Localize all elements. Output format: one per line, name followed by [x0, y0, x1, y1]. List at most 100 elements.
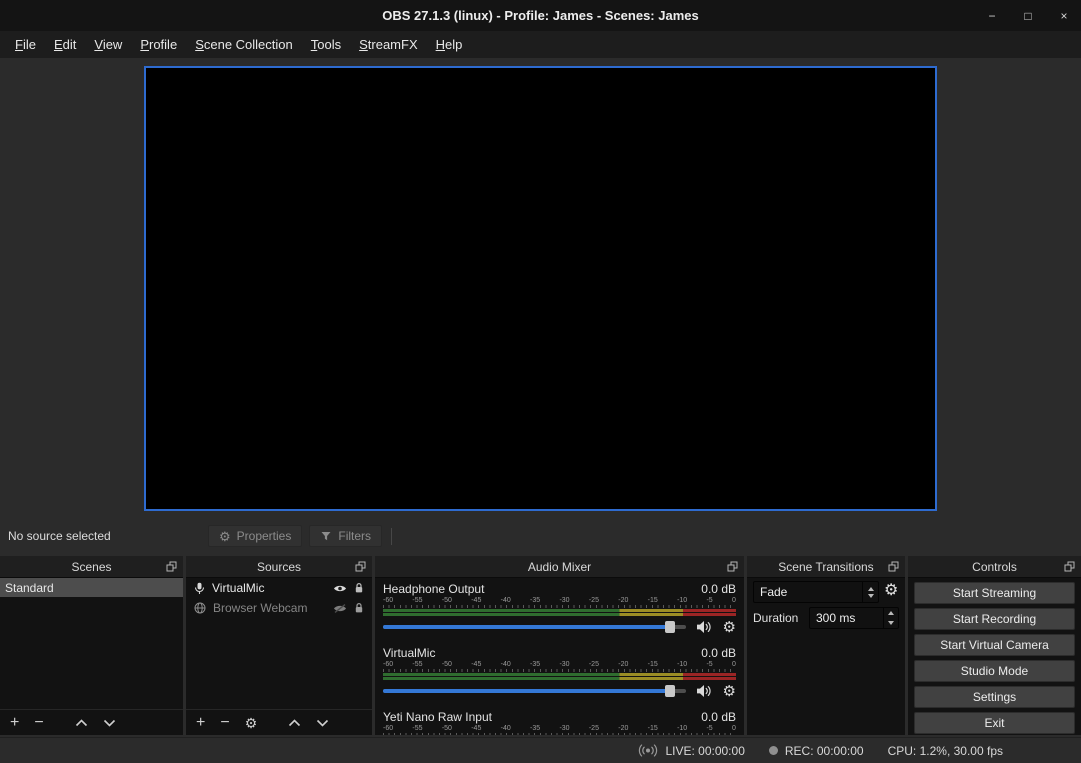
toolbar-separator — [391, 528, 392, 545]
remove-scene-button[interactable]: − — [34, 715, 43, 731]
db-scale: -60-55-50-45-40-35-30-25-20-15-10-50 — [383, 596, 736, 605]
menu-streamfx[interactable]: StreamFX — [350, 33, 427, 56]
controls-title: Controls — [972, 560, 1017, 574]
preview-canvas[interactable] — [144, 66, 937, 511]
minimize-button[interactable]: − — [985, 9, 999, 23]
menu-file[interactable]: File — [6, 33, 45, 56]
source-item-browser-webcam[interactable]: Browser Webcam — [186, 598, 372, 618]
sources-toolbar: + − ⚙ — [186, 709, 372, 735]
popout-icon[interactable] — [355, 561, 366, 572]
scene-item-standard[interactable]: Standard — [0, 578, 183, 597]
rec-status: REC: 00:00:00 — [769, 744, 864, 758]
source-item-virtualmic[interactable]: VirtualMic — [186, 578, 372, 598]
mixer-level: 0.0 dB — [701, 582, 736, 596]
cpu-fps-stats: CPU: 1.2%, 30.00 fps — [888, 744, 1003, 758]
speaker-icon[interactable] — [696, 684, 713, 698]
mixer-gear-icon[interactable]: ⚙ — [723, 620, 736, 635]
scenes-toolbar: + − — [0, 709, 183, 735]
menu-tools[interactable]: Tools — [302, 33, 350, 56]
menu-help[interactable]: Help — [427, 33, 472, 56]
scene-transitions-title: Scene Transitions — [778, 560, 873, 574]
transition-select[interactable]: Fade — [753, 581, 879, 603]
volume-meter — [383, 673, 736, 676]
sources-list: VirtualMic Browser Webcam — [186, 578, 372, 618]
popout-icon[interactable] — [1064, 561, 1075, 572]
scenes-title: Scenes — [71, 560, 111, 574]
speaker-icon[interactable] — [696, 620, 713, 634]
scene-transitions-dock: Scene Transitions Fade ⚙ Duration 300 ms — [747, 556, 905, 735]
db-ticks — [383, 733, 736, 735]
db-scale: -60-55-50-45-40-35-30-25-20-15-10-50 — [383, 724, 736, 733]
duration-spinbox[interactable]: 300 ms — [809, 607, 899, 629]
chevron-up-icon — [868, 587, 874, 591]
add-source-button[interactable]: + — [196, 715, 205, 731]
sources-title: Sources — [257, 560, 301, 574]
move-source-up-button[interactable] — [288, 719, 301, 727]
audio-mixer-title: Audio Mixer — [528, 560, 591, 574]
volume-slider-handle[interactable] — [665, 685, 675, 697]
status-bar: LIVE: 00:00:00 REC: 00:00:00 CPU: 1.2%, … — [0, 737, 1081, 763]
move-scene-down-button[interactable] — [103, 719, 116, 727]
sources-dock: Sources VirtualMic Browser Webcam + − ⚙ — [186, 556, 372, 735]
duration-decrease-button[interactable] — [884, 618, 898, 628]
add-scene-button[interactable]: + — [10, 715, 19, 731]
live-status: LIVE: 00:00:00 — [638, 744, 744, 758]
volume-slider-handle[interactable] — [665, 621, 675, 633]
eye-slash-icon[interactable] — [333, 604, 347, 613]
source-name: VirtualMic — [212, 581, 326, 595]
maximize-button[interactable]: □ — [1021, 9, 1035, 23]
remove-source-button[interactable]: − — [220, 715, 229, 731]
record-dot-icon — [769, 746, 778, 755]
exit-button[interactable]: Exit — [914, 712, 1075, 734]
source-properties-button[interactable]: ⚙ — [245, 716, 258, 730]
chevron-up-icon — [888, 611, 894, 615]
properties-button[interactable]: ⚙ Properties — [208, 525, 302, 547]
db-ticks — [383, 669, 736, 672]
scenes-dock: Scenes Standard + − — [0, 556, 183, 735]
volume-slider[interactable] — [383, 684, 686, 698]
mixer-gear-icon[interactable]: ⚙ — [723, 684, 736, 699]
settings-button[interactable]: Settings — [914, 686, 1075, 708]
microphone-icon — [194, 582, 205, 595]
menu-bar: File Edit View Profile Scene Collection … — [0, 31, 1081, 58]
start-virtual-camera-button[interactable]: Start Virtual Camera — [914, 634, 1075, 656]
transition-select-spinner[interactable] — [862, 582, 878, 602]
volume-meter — [383, 677, 736, 680]
eye-icon[interactable] — [333, 584, 347, 593]
filters-button[interactable]: Filters — [309, 525, 382, 547]
menu-view[interactable]: View — [85, 33, 131, 56]
duration-increase-button[interactable] — [884, 608, 898, 618]
rec-time: REC: 00:00:00 — [785, 744, 864, 758]
popout-icon[interactable] — [888, 561, 899, 572]
transition-properties-button[interactable]: ⚙ — [884, 583, 898, 599]
menu-scene-collection[interactable]: Scene Collection — [186, 33, 302, 56]
window-controls: − □ × — [985, 0, 1071, 31]
gear-icon: ⚙ — [219, 530, 231, 543]
title-bar: OBS 27.1.3 (linux) - Profile: James - Sc… — [0, 0, 1081, 31]
move-source-down-button[interactable] — [316, 719, 329, 727]
transition-selected-value: Fade — [754, 585, 862, 599]
menu-edit[interactable]: Edit — [45, 33, 85, 56]
globe-icon — [194, 602, 206, 614]
mixer-level: 0.0 dB — [701, 646, 736, 660]
mixer-name: Yeti Nano Raw Input — [383, 710, 492, 724]
studio-mode-button[interactable]: Studio Mode — [914, 660, 1075, 682]
broadcast-icon — [638, 744, 658, 757]
source-name: Browser Webcam — [213, 601, 326, 615]
popout-icon[interactable] — [727, 561, 738, 572]
no-source-status: No source selected — [8, 529, 208, 543]
popout-icon[interactable] — [166, 561, 177, 572]
lock-icon[interactable] — [354, 602, 364, 614]
audio-mixer-header: Audio Mixer — [375, 556, 744, 578]
close-button[interactable]: × — [1057, 9, 1071, 23]
start-streaming-button[interactable]: Start Streaming — [914, 582, 1075, 604]
mixer-name: VirtualMic — [383, 646, 435, 660]
sources-header: Sources — [186, 556, 372, 578]
chevron-down-icon — [888, 621, 894, 625]
volume-slider[interactable] — [383, 620, 686, 634]
start-recording-button[interactable]: Start Recording — [914, 608, 1075, 630]
lock-icon[interactable] — [354, 582, 364, 594]
scenes-list: Standard — [0, 578, 183, 597]
menu-profile[interactable]: Profile — [131, 33, 186, 56]
move-scene-up-button[interactable] — [75, 719, 88, 727]
